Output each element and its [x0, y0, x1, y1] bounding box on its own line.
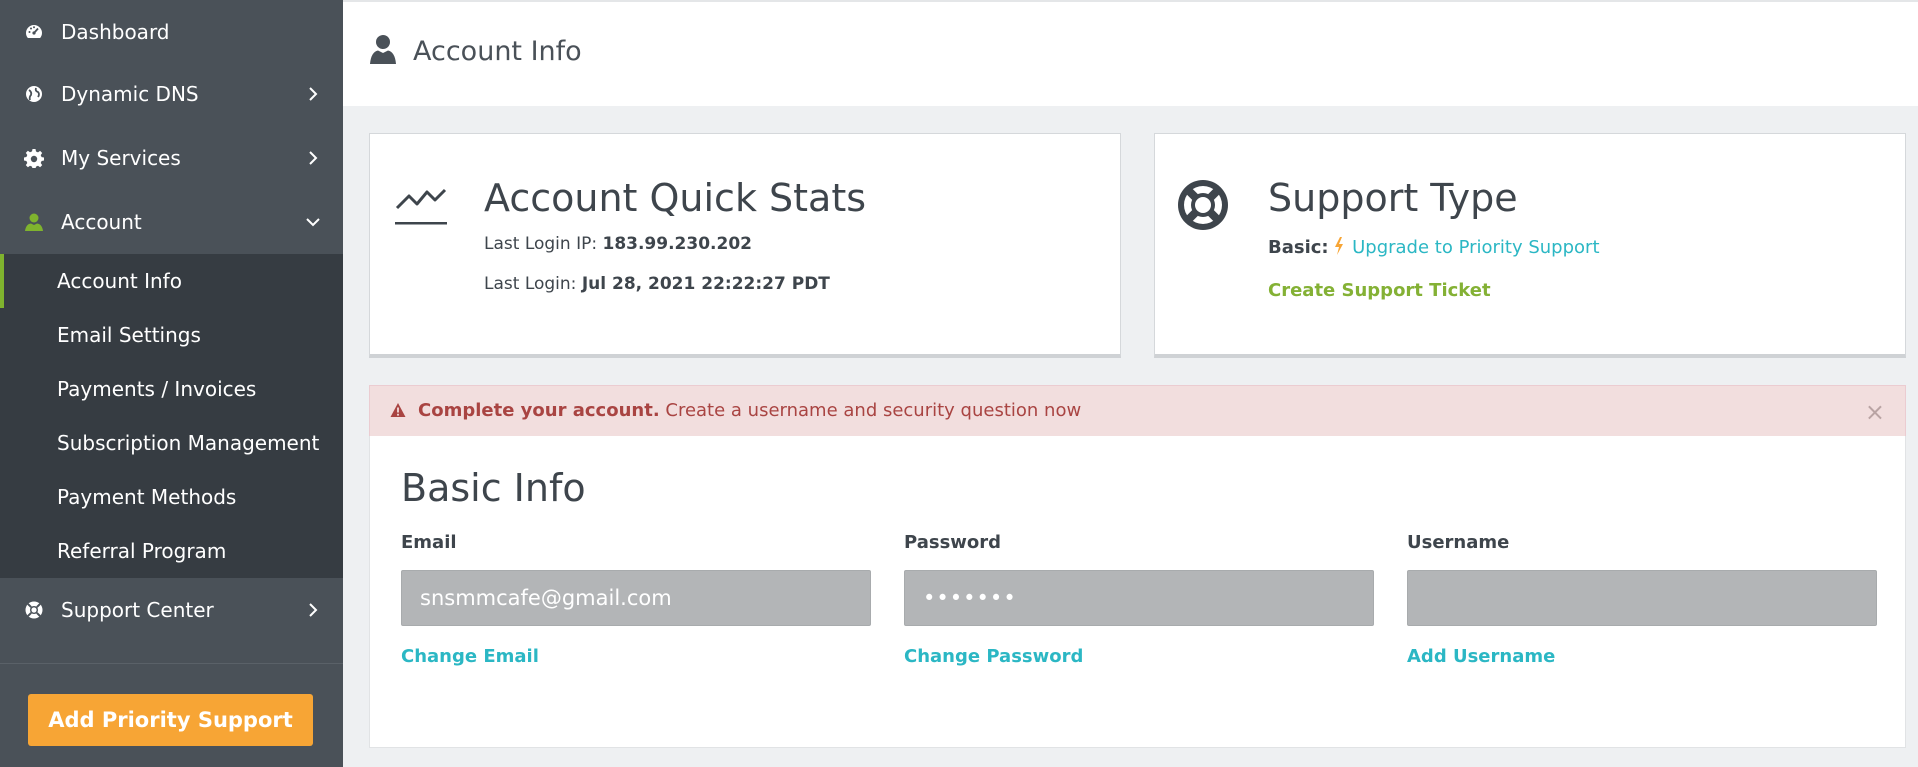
globe-icon — [24, 84, 44, 104]
password-field[interactable]: ••••••• — [904, 570, 1374, 626]
close-icon[interactable]: × — [1865, 398, 1885, 426]
submenu-item-email-settings[interactable]: Email Settings — [0, 308, 343, 362]
nav-item-dynamic-dns[interactable]: Dynamic DNS — [0, 62, 343, 126]
sidebar-divider — [0, 663, 343, 664]
sidebar: Dashboard Dynamic DNS My Services Accoun… — [0, 0, 343, 767]
lifebuoy-icon — [24, 600, 44, 620]
card-title: Support Type — [1268, 176, 1518, 220]
lightning-icon — [1334, 237, 1346, 260]
account-quick-stats-card: Account Quick Stats Last Login IP: 183.9… — [369, 133, 1121, 358]
user-icon — [24, 212, 44, 232]
last-login-ip: Last Login IP: 183.99.230.202 — [484, 234, 752, 254]
stat-value: 183.99.230.202 — [602, 234, 752, 254]
chevron-right-icon — [305, 150, 321, 166]
card-title: Account Quick Stats — [484, 176, 867, 220]
submenu-item-payments-invoices[interactable]: Payments / Invoices — [0, 362, 343, 416]
chevron-right-icon — [305, 86, 321, 102]
nav-label: Support Center — [61, 598, 214, 622]
change-email-link[interactable]: Change Email — [401, 646, 539, 667]
support-level: Basic: — [1268, 237, 1329, 258]
stat-value: Jul 28, 2021 22:22:27 PDT — [581, 274, 830, 294]
nav-item-my-services[interactable]: My Services — [0, 126, 343, 190]
email-field[interactable]: snsmmcafe@gmail.com — [401, 570, 871, 626]
basic-info-panel: Basic Info Email snsmmcafe@gmail.com Cha… — [369, 436, 1906, 748]
add-priority-support-button[interactable]: Add Priority Support — [28, 694, 313, 746]
support-type-card: Support Type Basic: Upgrade to Priority … — [1154, 133, 1906, 358]
alert-message: Complete your account. Create a username… — [418, 400, 1081, 421]
page-header: Account Info — [343, 0, 1918, 106]
email-label: Email — [401, 532, 457, 553]
gear-icon — [24, 148, 44, 168]
user-icon — [369, 34, 397, 64]
nav-item-support-center[interactable]: Support Center — [0, 578, 343, 642]
submenu-item-payment-methods[interactable]: Payment Methods — [0, 470, 343, 524]
nav-item-dashboard[interactable]: Dashboard — [0, 0, 343, 64]
upgrade-priority-support-link[interactable]: Upgrade to Priority Support — [1352, 237, 1599, 258]
change-password-link[interactable]: Change Password — [904, 646, 1083, 667]
stat-label: Last Login IP: — [484, 234, 603, 254]
dashboard-icon — [24, 22, 44, 42]
nav-label: My Services — [61, 146, 181, 170]
nav-label: Dashboard — [61, 20, 170, 44]
add-username-link[interactable]: Add Username — [1407, 646, 1555, 667]
trending-chart-icon — [395, 184, 447, 230]
username-field[interactable] — [1407, 570, 1877, 626]
chevron-right-icon — [305, 602, 321, 618]
nav-label: Account — [61, 210, 142, 234]
stat-label: Last Login: — [484, 274, 582, 294]
alert-strong: Complete your account. — [418, 400, 660, 421]
alert-body: Create a username and security question … — [659, 400, 1082, 421]
account-submenu: Account Info Email Settings Payments / I… — [0, 254, 343, 578]
last-login: Last Login: Jul 28, 2021 22:22:27 PDT — [484, 274, 830, 294]
warning-icon — [390, 402, 408, 420]
submenu-item-referral-program[interactable]: Referral Program — [0, 524, 343, 578]
nav-label: Dynamic DNS — [61, 82, 199, 106]
nav-item-account[interactable]: Account — [0, 190, 343, 254]
submenu-item-account-info[interactable]: Account Info — [0, 254, 343, 308]
page-title: Account Info — [413, 36, 582, 67]
lifebuoy-icon — [1177, 179, 1229, 235]
create-support-ticket-link[interactable]: Create Support Ticket — [1268, 280, 1491, 301]
username-label: Username — [1407, 532, 1510, 553]
panel-title: Basic Info — [401, 466, 586, 510]
support-basic-line: Basic: Upgrade to Priority Support — [1268, 237, 1600, 260]
password-label: Password — [904, 532, 1002, 553]
submenu-item-subscription-management[interactable]: Subscription Management — [0, 416, 343, 470]
complete-account-alert: Complete your account. Create a username… — [369, 385, 1906, 437]
chevron-down-icon — [305, 214, 321, 230]
